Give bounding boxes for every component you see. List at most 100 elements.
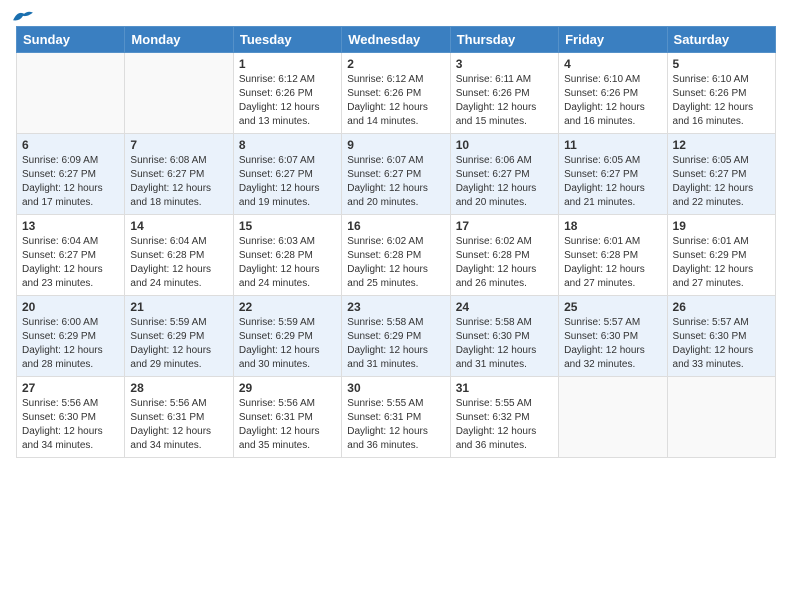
day-info: Sunrise: 5:56 AMSunset: 6:30 PMDaylight:…	[22, 397, 119, 453]
day-number: 23	[347, 300, 444, 314]
day-number: 17	[456, 219, 553, 233]
calendar-table: SundayMondayTuesdayWednesdayThursdayFrid…	[16, 26, 776, 458]
day-info: Sunrise: 6:02 AMSunset: 6:28 PMDaylight:…	[347, 235, 444, 291]
day-number: 30	[347, 381, 444, 395]
day-number: 12	[673, 138, 770, 152]
day-info: Sunrise: 6:08 AMSunset: 6:27 PMDaylight:…	[130, 154, 227, 210]
day-number: 28	[130, 381, 227, 395]
calendar-day-cell: 10 Sunrise: 6:06 AMSunset: 6:27 PMDayligh…	[450, 134, 558, 215]
day-number: 10	[456, 138, 553, 152]
day-info: Sunrise: 6:06 AMSunset: 6:27 PMDaylight:…	[456, 154, 553, 210]
day-info: Sunrise: 6:00 AMSunset: 6:29 PMDaylight:…	[22, 316, 119, 372]
col-header-saturday: Saturday	[667, 27, 775, 53]
day-info: Sunrise: 6:12 AMSunset: 6:26 PMDaylight:…	[239, 73, 336, 129]
day-info: Sunrise: 5:55 AMSunset: 6:32 PMDaylight:…	[456, 397, 553, 453]
calendar-day-cell	[125, 53, 233, 134]
day-info: Sunrise: 5:58 AMSunset: 6:30 PMDaylight:…	[456, 316, 553, 372]
day-number: 29	[239, 381, 336, 395]
calendar-day-cell	[559, 377, 667, 458]
calendar-day-cell: 24 Sunrise: 5:58 AMSunset: 6:30 PMDayligh…	[450, 296, 558, 377]
day-number: 26	[673, 300, 770, 314]
day-number: 27	[22, 381, 119, 395]
day-number: 19	[673, 219, 770, 233]
col-header-thursday: Thursday	[450, 27, 558, 53]
calendar-day-cell: 21Sunrise: 5:59 AMSunset: 6:29 PMDayligh…	[125, 296, 233, 377]
day-info: Sunrise: 6:10 AMSunset: 6:26 PMDaylight:…	[673, 73, 770, 129]
day-info: Sunrise: 6:01 AMSunset: 6:29 PMDaylight:…	[673, 235, 770, 291]
calendar-day-cell: 20 Sunrise: 6:00 AMSunset: 6:29 PMDayligh…	[17, 296, 125, 377]
calendar-day-cell: 26 Sunrise: 5:57 AMSunset: 6:30 PMDayligh…	[667, 296, 775, 377]
col-header-monday: Monday	[125, 27, 233, 53]
calendar-day-cell: 11 Sunrise: 6:05 AMSunset: 6:27 PMDayligh…	[559, 134, 667, 215]
day-number: 31	[456, 381, 553, 395]
calendar-day-cell: 19 Sunrise: 6:01 AMSunset: 6:29 PMDayligh…	[667, 215, 775, 296]
calendar-week-row: 6 Sunrise: 6:09 AMSunset: 6:27 PMDaylight…	[17, 134, 776, 215]
calendar-day-cell: 14Sunrise: 6:04 AMSunset: 6:28 PMDayligh…	[125, 215, 233, 296]
calendar-day-cell: 16 Sunrise: 6:02 AMSunset: 6:28 PMDayligh…	[342, 215, 450, 296]
day-number: 16	[347, 219, 444, 233]
day-info: Sunrise: 6:11 AMSunset: 6:26 PMDaylight:…	[456, 73, 553, 129]
calendar-day-cell: 23 Sunrise: 5:58 AMSunset: 6:29 PMDayligh…	[342, 296, 450, 377]
calendar-day-cell: 28Sunrise: 5:56 AMSunset: 6:31 PMDayligh…	[125, 377, 233, 458]
day-info: Sunrise: 5:57 AMSunset: 6:30 PMDaylight:…	[673, 316, 770, 372]
day-info: Sunrise: 6:12 AMSunset: 6:26 PMDaylight:…	[347, 73, 444, 129]
col-header-wednesday: Wednesday	[342, 27, 450, 53]
day-info: Sunrise: 6:09 AMSunset: 6:27 PMDaylight:…	[22, 154, 119, 210]
day-number: 3	[456, 57, 553, 71]
day-number: 13	[22, 219, 119, 233]
day-number: 2	[347, 57, 444, 71]
day-number: 11	[564, 138, 661, 152]
calendar-day-cell: 12 Sunrise: 6:05 AMSunset: 6:27 PMDayligh…	[667, 134, 775, 215]
calendar-day-cell: 5 Sunrise: 6:10 AMSunset: 6:26 PMDaylight…	[667, 53, 775, 134]
logo-bird-icon	[12, 8, 34, 26]
day-info: Sunrise: 6:04 AMSunset: 6:27 PMDaylight:…	[22, 235, 119, 291]
calendar-week-row: 13 Sunrise: 6:04 AMSunset: 6:27 PMDayligh…	[17, 215, 776, 296]
day-number: 18	[564, 219, 661, 233]
day-info: Sunrise: 6:03 AMSunset: 6:28 PMDaylight:…	[239, 235, 336, 291]
calendar-day-cell: 7 Sunrise: 6:08 AMSunset: 6:27 PMDaylight…	[125, 134, 233, 215]
day-info: Sunrise: 6:07 AMSunset: 6:27 PMDaylight:…	[347, 154, 444, 210]
day-info: Sunrise: 5:58 AMSunset: 6:29 PMDaylight:…	[347, 316, 444, 372]
calendar-week-row: 20 Sunrise: 6:00 AMSunset: 6:29 PMDayligh…	[17, 296, 776, 377]
calendar-day-cell: 29 Sunrise: 5:56 AMSunset: 6:31 PMDayligh…	[233, 377, 341, 458]
calendar-day-cell	[17, 53, 125, 134]
day-info: Sunrise: 6:05 AMSunset: 6:27 PMDaylight:…	[564, 154, 661, 210]
day-number: 5	[673, 57, 770, 71]
calendar-header-row: SundayMondayTuesdayWednesdayThursdayFrid…	[17, 27, 776, 53]
day-info: Sunrise: 6:01 AMSunset: 6:28 PMDaylight:…	[564, 235, 661, 291]
day-number: 20	[22, 300, 119, 314]
day-info: Sunrise: 6:10 AMSunset: 6:26 PMDaylight:…	[564, 73, 661, 129]
day-info: Sunrise: 5:56 AMSunset: 6:31 PMDaylight:…	[239, 397, 336, 453]
calendar-day-cell: 22 Sunrise: 5:59 AMSunset: 6:29 PMDayligh…	[233, 296, 341, 377]
calendar-day-cell: 30 Sunrise: 5:55 AMSunset: 6:31 PMDayligh…	[342, 377, 450, 458]
calendar-day-cell: 4 Sunrise: 6:10 AMSunset: 6:26 PMDaylight…	[559, 53, 667, 134]
day-number: 1	[239, 57, 336, 71]
day-info: Sunrise: 5:57 AMSunset: 6:30 PMDaylight:…	[564, 316, 661, 372]
calendar-day-cell	[667, 377, 775, 458]
calendar-day-cell: 6 Sunrise: 6:09 AMSunset: 6:27 PMDaylight…	[17, 134, 125, 215]
col-header-friday: Friday	[559, 27, 667, 53]
calendar-day-cell: 18 Sunrise: 6:01 AMSunset: 6:28 PMDayligh…	[559, 215, 667, 296]
calendar-day-cell: 9Sunrise: 6:07 AMSunset: 6:27 PMDaylight…	[342, 134, 450, 215]
col-header-sunday: Sunday	[17, 27, 125, 53]
day-number: 8	[239, 138, 336, 152]
calendar-day-cell: 3 Sunrise: 6:11 AMSunset: 6:26 PMDaylight…	[450, 53, 558, 134]
calendar-day-cell: 8 Sunrise: 6:07 AMSunset: 6:27 PMDaylight…	[233, 134, 341, 215]
day-info: Sunrise: 6:07 AMSunset: 6:27 PMDaylight:…	[239, 154, 336, 210]
day-number: 24	[456, 300, 553, 314]
calendar-day-cell: 17Sunrise: 6:02 AMSunset: 6:28 PMDayligh…	[450, 215, 558, 296]
day-number: 6	[22, 138, 119, 152]
day-number: 4	[564, 57, 661, 71]
calendar-week-row: 1 Sunrise: 6:12 AMSunset: 6:26 PMDaylight…	[17, 53, 776, 134]
day-number: 7	[130, 138, 227, 152]
day-number: 22	[239, 300, 336, 314]
day-number: 14	[130, 219, 227, 233]
day-info: Sunrise: 5:59 AMSunset: 6:29 PMDaylight:…	[130, 316, 227, 372]
day-info: Sunrise: 5:55 AMSunset: 6:31 PMDaylight:…	[347, 397, 444, 453]
calendar-day-cell: 25Sunrise: 5:57 AMSunset: 6:30 PMDayligh…	[559, 296, 667, 377]
calendar-day-cell: 1 Sunrise: 6:12 AMSunset: 6:26 PMDaylight…	[233, 53, 341, 134]
calendar-day-cell: 27 Sunrise: 5:56 AMSunset: 6:30 PMDayligh…	[17, 377, 125, 458]
day-info: Sunrise: 5:59 AMSunset: 6:29 PMDaylight:…	[239, 316, 336, 372]
calendar-day-cell: 15Sunrise: 6:03 AMSunset: 6:28 PMDayligh…	[233, 215, 341, 296]
day-info: Sunrise: 6:05 AMSunset: 6:27 PMDaylight:…	[673, 154, 770, 210]
